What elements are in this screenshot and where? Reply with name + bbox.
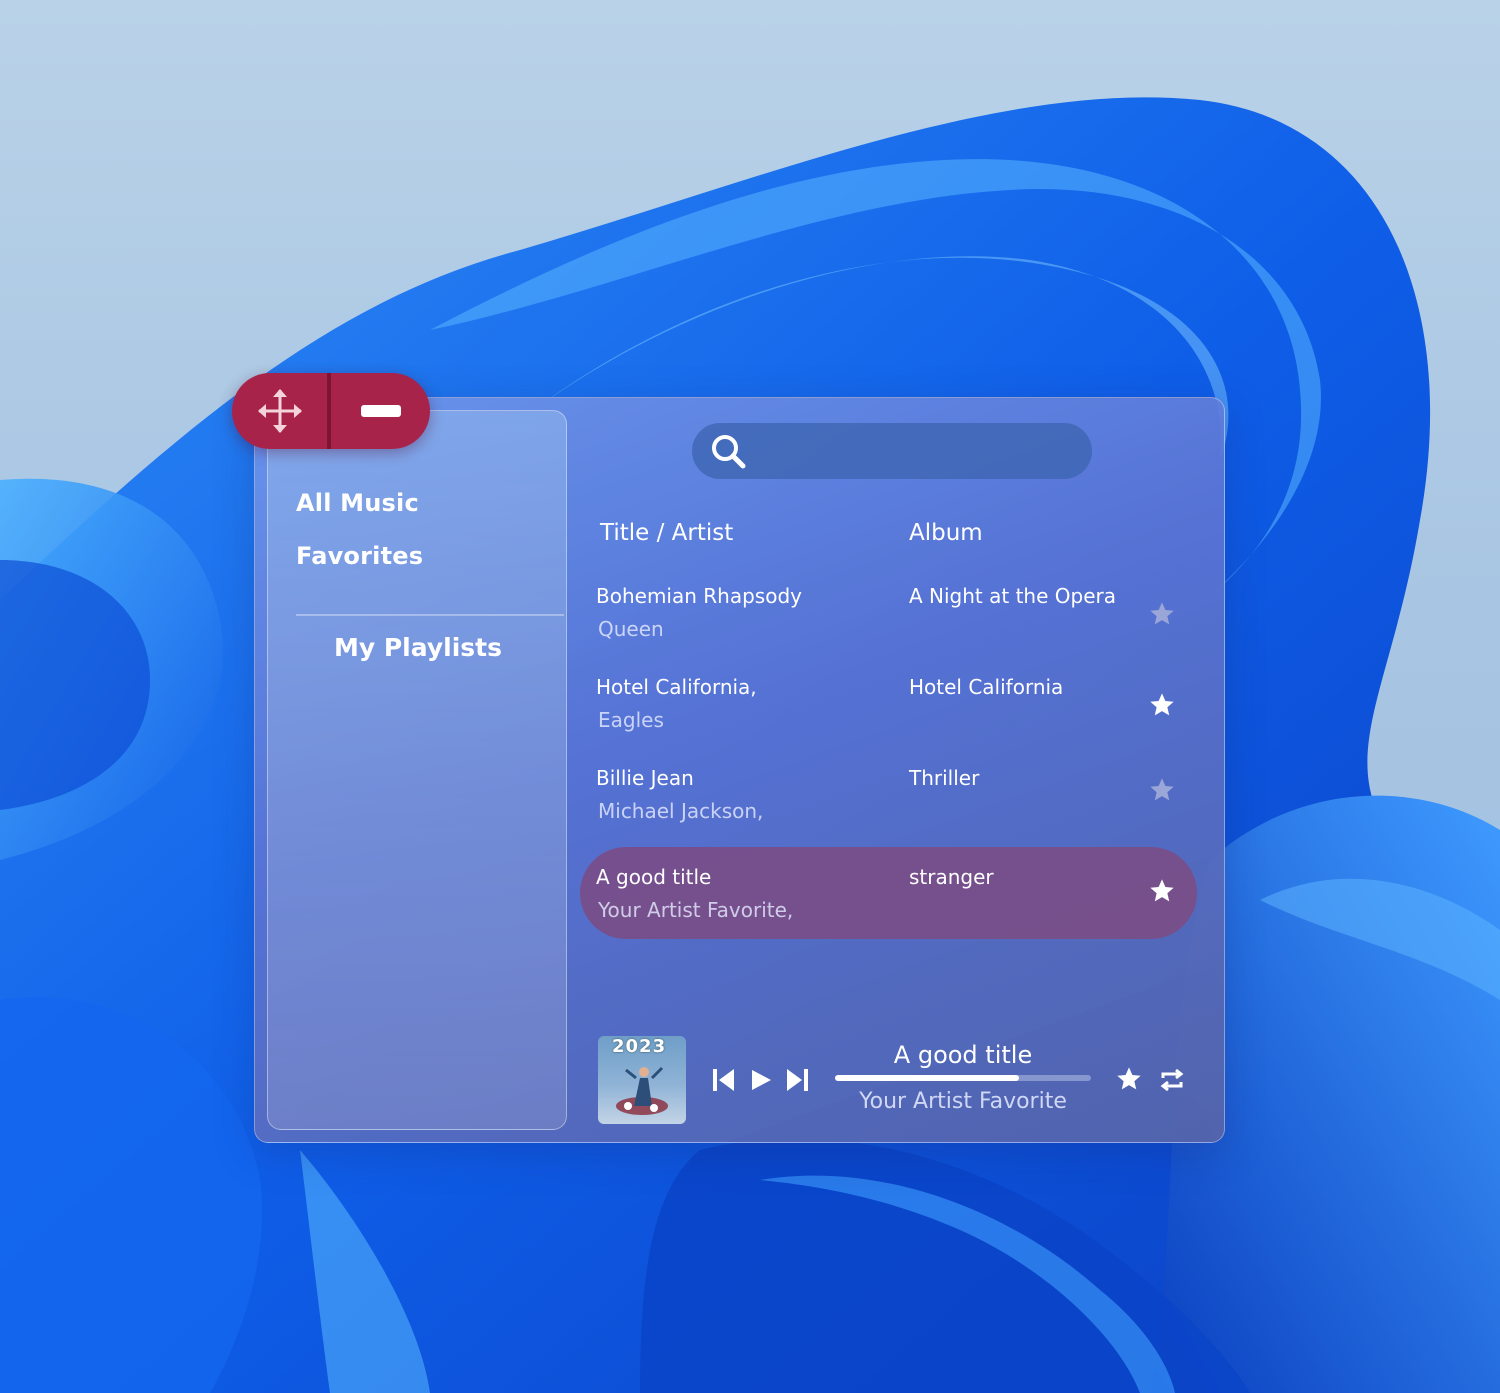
track-row[interactable]: Billie Jean Michael Jackson, Thriller [580, 748, 1197, 840]
track-artist: Your Artist Favorite, [598, 898, 794, 922]
minimize-icon [360, 405, 401, 417]
repeat-icon[interactable] [1158, 1066, 1186, 1094]
play-icon[interactable] [747, 1066, 775, 1094]
star-icon[interactable] [1148, 877, 1176, 905]
track-row[interactable]: Bohemian Rhapsody Queen A Night at the O… [580, 566, 1197, 658]
track-album: A Night at the Opera [909, 584, 1116, 608]
progress-fill [835, 1075, 1020, 1081]
star-icon[interactable] [1148, 776, 1176, 804]
now-playing-title: A good title [893, 1041, 1033, 1069]
window-controls [232, 373, 430, 449]
move-arrows-icon [257, 389, 302, 433]
track-artist: Queen [598, 617, 664, 641]
move-button[interactable] [232, 373, 327, 449]
track-title: A good title [596, 865, 712, 889]
track-album: Hotel California [909, 675, 1064, 699]
sidebar: All Music Favorites My Playlists [267, 410, 567, 1130]
music-player-window: All Music Favorites My Playlists Title /… [254, 397, 1225, 1143]
now-playing-artist: Your Artist Favorite [859, 1089, 1067, 1114]
track-title: Billie Jean [596, 766, 694, 790]
column-header-title-artist[interactable]: Title / Artist [600, 520, 733, 546]
track-title: Hotel California, [596, 675, 757, 699]
track-album: Thriller [909, 766, 980, 790]
star-icon[interactable] [1148, 600, 1176, 628]
track-album: stranger [909, 865, 994, 889]
star-icon[interactable] [1148, 691, 1176, 719]
sidebar-divider [296, 614, 564, 616]
minimize-button[interactable] [331, 373, 430, 449]
favorite-star-icon[interactable] [1115, 1065, 1143, 1093]
search-bar[interactable] [692, 423, 1092, 479]
sidebar-item-all-music[interactable]: All Music [296, 489, 419, 517]
album-cover-text: 2023 [612, 1036, 667, 1057]
track-artist: Eagles [598, 708, 664, 732]
track-row[interactable]: Hotel California, Eagles Hotel Californi… [580, 657, 1197, 749]
next-icon[interactable] [783, 1066, 811, 1094]
sidebar-item-my-playlists[interactable]: My Playlists [268, 633, 568, 662]
sidebar-item-favorites[interactable]: Favorites [296, 542, 423, 570]
track-title: Bohemian Rhapsody [596, 584, 802, 608]
column-header-album[interactable]: Album [909, 520, 983, 546]
search-input[interactable] [764, 431, 1074, 471]
track-row-active[interactable]: A good title Your Artist Favorite, stran… [580, 847, 1197, 939]
album-cover: 2023 [598, 1036, 686, 1124]
search-icon[interactable] [710, 433, 748, 475]
progress-bar[interactable] [835, 1075, 1091, 1081]
previous-icon[interactable] [710, 1066, 738, 1094]
track-artist: Michael Jackson, [598, 799, 764, 823]
